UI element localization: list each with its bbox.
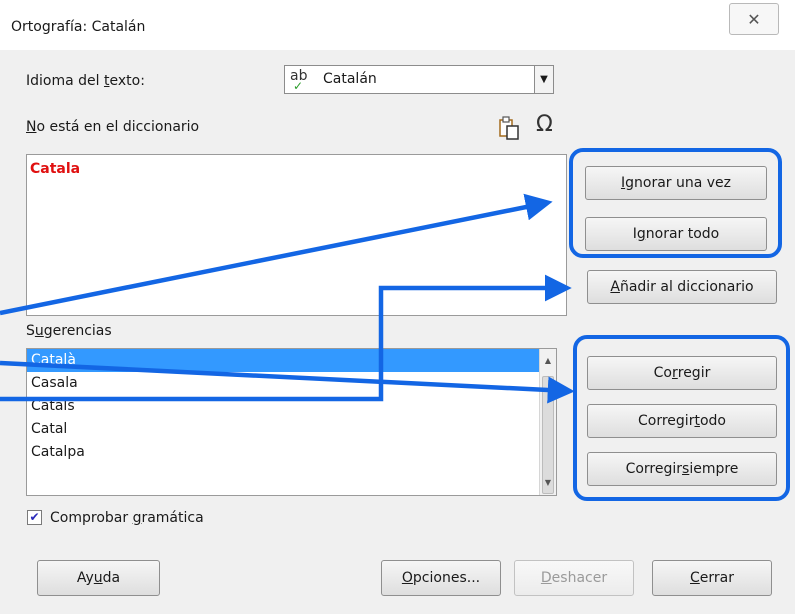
annotation-arrows — [0, 193, 575, 404]
spellcheck-dialog: Ortografía: Catalán ✕ Idioma del texto: … — [0, 0, 795, 614]
arrow-to-add-dictionary — [0, 274, 572, 402]
arrow-to-ignore — [0, 193, 553, 316]
arrow-to-correct — [0, 360, 575, 404]
